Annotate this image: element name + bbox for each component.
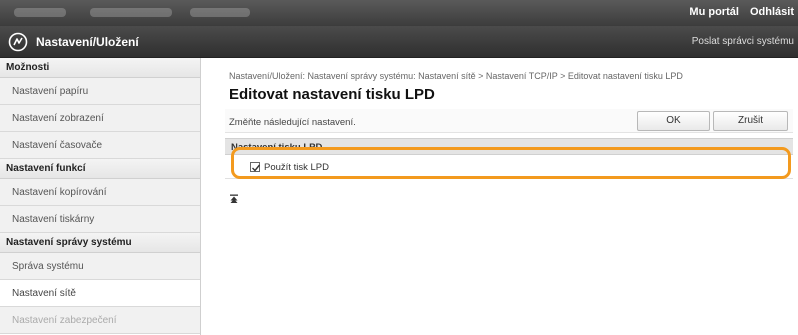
- ok-button[interactable]: OK: [637, 111, 710, 131]
- checkmark-icon: [252, 164, 261, 172]
- section-header: Nastavení tisku LPD: [225, 138, 793, 155]
- sidebar-section-options: Možnosti: [0, 58, 200, 78]
- option-row: Použít tisk LPD: [225, 147, 793, 179]
- use-lpd-checkbox[interactable]: [250, 162, 261, 172]
- page-title: Editovat nastavení tisku LPD: [229, 86, 435, 103]
- top-bar: Mu portál Odhlásit: [0, 0, 798, 26]
- sidebar: Možnosti Nastavení papíru Nastavení zobr…: [0, 58, 201, 335]
- instruction-row: Změňte následující nastavení. OK Zrušit: [225, 109, 793, 133]
- page-top-icon[interactable]: [229, 194, 239, 204]
- blurred-text: [14, 8, 66, 17]
- sidebar-item-security-settings[interactable]: Nastavení zabezpečení: [0, 307, 200, 334]
- use-lpd-label[interactable]: Použít tisk LPD: [264, 162, 329, 173]
- app-title: Nastavení/Uložení: [36, 35, 139, 49]
- sidebar-item-paper-settings[interactable]: Nastavení papíru: [0, 78, 200, 105]
- sidebar-item-copy-settings[interactable]: Nastavení kopírování: [0, 179, 200, 206]
- send-to-admin-link[interactable]: Poslat správci systému: [692, 36, 794, 47]
- sidebar-section-system-management: Nastavení správy systému: [0, 233, 200, 253]
- sidebar-item-timer-settings[interactable]: Nastavení časovače: [0, 132, 200, 159]
- sidebar-item-printer-settings[interactable]: Nastavení tiskárny: [0, 206, 200, 233]
- title-bar: Nastavení/Uložení Poslat správci systému: [0, 26, 798, 58]
- my-portal-link[interactable]: Mu portál: [689, 6, 739, 18]
- logout-link[interactable]: Odhlásit: [750, 6, 794, 18]
- cancel-button[interactable]: Zrušit: [713, 111, 788, 131]
- blurred-text: [90, 8, 172, 17]
- instruction-text: Změňte následující nastavení.: [229, 117, 356, 128]
- sidebar-item-network-settings[interactable]: Nastavení sítě: [0, 280, 200, 307]
- breadcrumb: Nastavení/Uložení: Nastavení správy syst…: [229, 71, 683, 81]
- sidebar-item-display-settings[interactable]: Nastavení zobrazení: [0, 105, 200, 132]
- sidebar-section-function-settings: Nastavení funkcí: [0, 159, 200, 179]
- blurred-text: [190, 8, 250, 17]
- settings-register-icon: [8, 32, 28, 52]
- top-links: Mu portál Odhlásit: [681, 6, 794, 18]
- main-content: Nastavení/Uložení: Nastavení správy syst…: [202, 58, 798, 335]
- sidebar-item-system-management[interactable]: Správa systému: [0, 253, 200, 280]
